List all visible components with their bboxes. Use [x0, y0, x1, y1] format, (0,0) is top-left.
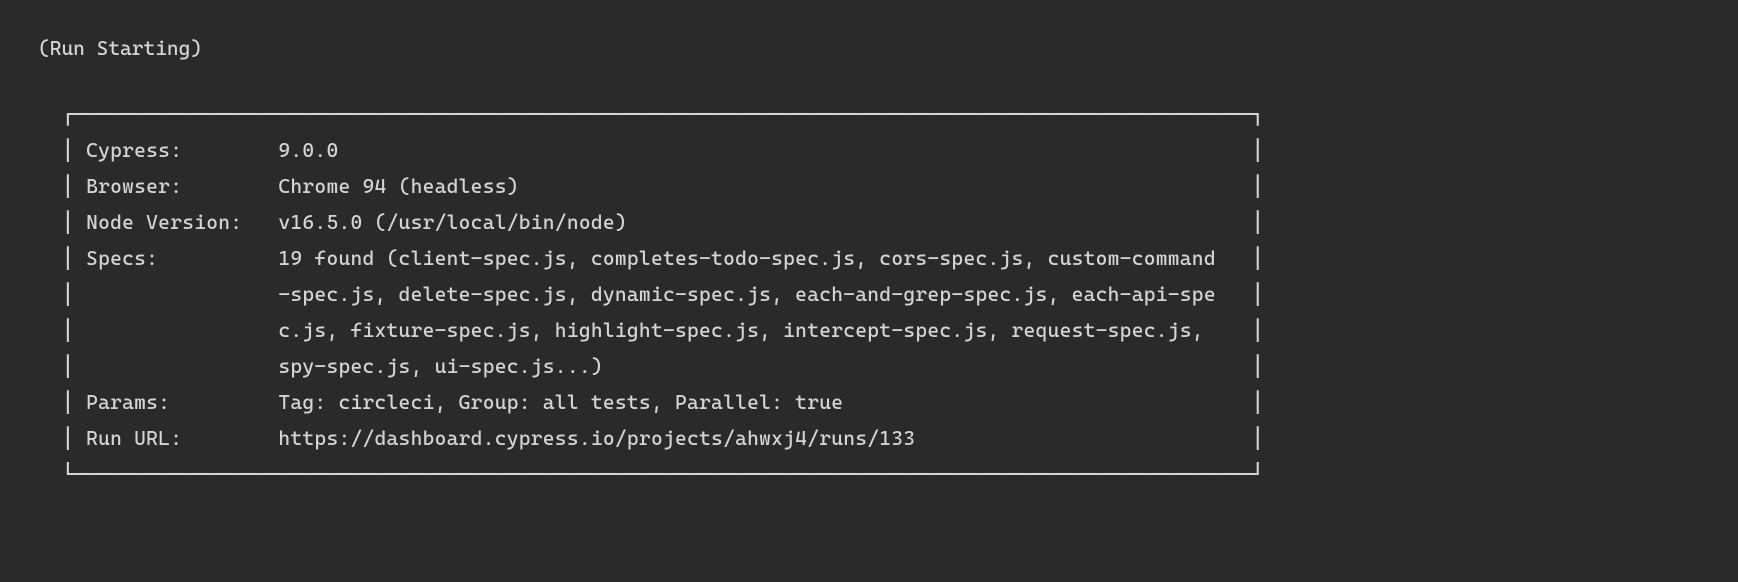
run-info-box: ┌───────────────────────────────────────… [38, 96, 1700, 492]
run-starting-header: (Run Starting) [38, 30, 1700, 66]
